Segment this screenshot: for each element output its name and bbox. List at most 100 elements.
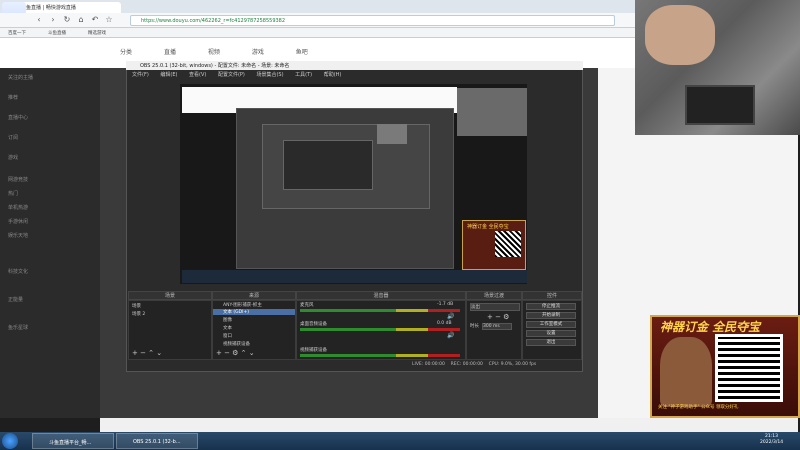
stop-streaming-button[interactable]: 停止推流 [526, 303, 576, 310]
audio-meter [300, 354, 460, 357]
mixer-channel-name: 桌面音频设备 [300, 322, 327, 327]
sidebar-item[interactable]: 推荐 [8, 94, 18, 101]
site-nav: 分类 直播 视频 游戏 鱼吧 [120, 47, 338, 56]
source-item[interactable]: 文本 [223, 325, 232, 331]
speaker-icon[interactable]: 🔊 [447, 332, 454, 339]
obs-title: OBS 25.0.1 (32-bit, windows) - 配置文件: 未命名… [126, 61, 583, 70]
sidebar-item[interactable]: 手游休闲 [8, 218, 28, 225]
tab-title: 斗鱼直播 | 畅快游戏直播 [21, 5, 76, 11]
menu-item[interactable]: 场景集合(S) [256, 72, 283, 78]
ad-character-image [660, 337, 712, 407]
duration-label: 时长 [470, 324, 479, 329]
mixer-dock-title: 混音器 [296, 291, 466, 300]
menu-item[interactable]: 文件(F) [132, 72, 149, 78]
source-item[interactable]: 视频捕获设备 [223, 341, 250, 347]
sidebar-item[interactable]: 网游竞技 [8, 176, 28, 183]
url-field[interactable]: https://www.douyu.com/462262_r=fc4129787… [130, 15, 615, 26]
studio-mode-button[interactable]: 工作室模式 [526, 321, 576, 328]
taskbar-item-browser[interactable]: 斗鱼直播平台_畅... [32, 433, 114, 449]
scenes-dock: 场景 场景 2 + − ⌃ ⌄ [128, 300, 212, 360]
streamer-face [645, 5, 715, 65]
mixer-channel-name: 麦克风 [300, 303, 314, 308]
obs-menubar: 文件(F) 编辑(E) 查看(V) 配置文件(P) 场景集合(S) 工具(T) … [127, 70, 582, 79]
start-recording-button[interactable]: 开始录制 [526, 312, 576, 319]
clock-date: 2022/3/14 [760, 440, 784, 445]
sidebar-item[interactable]: 单机热游 [8, 204, 28, 211]
cpu-fps: CPU: 9.0%, 30.00 fps [488, 362, 537, 367]
ad-title: 神器订金 全民夺宝 [660, 320, 761, 334]
refresh-icon[interactable]: ↻ [62, 15, 72, 25]
player-toolbar [100, 418, 798, 432]
webcam-overlay [635, 0, 800, 135]
sidebar-item[interactable]: 娱乐天地 [8, 232, 28, 239]
undo-icon[interactable]: ↶ [90, 15, 100, 25]
sources-dock-title: 来源 [212, 291, 296, 300]
controls-dock-title: 控件 [522, 291, 582, 300]
live-time: LIVE: 00:00:00 [412, 362, 445, 367]
mixer-channel-name: 视频捕获设备 [300, 348, 327, 353]
scene-item[interactable]: 场景 2 [132, 311, 145, 317]
preview-ad-text: 神器订金 全民夺宝 [467, 224, 509, 230]
nav-item[interactable]: 视频 [208, 49, 220, 56]
mixer-dock: 麦克风 -1.7 dB 🔊 桌面音频设备 0.0 dB 🔊 视频捕获设备 [296, 300, 466, 360]
nav-item[interactable]: 游戏 [252, 49, 264, 56]
sidebar-item[interactable]: 鱼乐星球 [8, 324, 28, 331]
bookmark-item[interactable]: 百度一下 [8, 30, 26, 36]
menu-item[interactable]: 工具(T) [295, 72, 312, 78]
scene-dock-buttons[interactable]: + − ⌃ ⌄ [132, 349, 162, 357]
menu-item[interactable]: 帮助(H) [324, 72, 342, 78]
transitions-dock-title: 场景过渡 [466, 291, 522, 300]
sidebar-item[interactable]: 正能量 [8, 296, 23, 303]
back-icon[interactable]: ‹ [34, 15, 44, 25]
bookmark-item[interactable]: 精选游戏 [88, 30, 106, 36]
nav-item[interactable]: 分类 [120, 49, 132, 56]
preview-nested-obs-3 [283, 140, 373, 190]
preview-webcam-nested [377, 124, 407, 144]
qr-code-icon [495, 231, 521, 257]
source-item[interactable]: 图像 [223, 317, 232, 323]
transition-buttons[interactable]: + − ⚙ [487, 313, 509, 321]
rec-time: REC: 00:00:00 [450, 362, 483, 367]
preview-taskbar [182, 270, 527, 283]
ad-overlay[interactable]: 神器订金 全民夺宝 关注 "神子游戏助手" 公众号 领取分好礼 [650, 315, 800, 418]
source-item[interactable]: 窗口 [223, 333, 232, 339]
scene-item[interactable]: 场景 [132, 303, 141, 309]
duration-field[interactable]: 300 ms [482, 323, 512, 330]
sidebar-item[interactable]: 游戏 [8, 154, 18, 161]
settings-button[interactable]: 设置 [526, 330, 576, 337]
speaker-icon[interactable]: 🔊 [447, 313, 454, 320]
nav-item[interactable]: 鱼吧 [296, 49, 308, 56]
sidebar-item[interactable]: 热门 [8, 190, 18, 197]
preview-webcam [457, 88, 527, 136]
mixer-channel-db: -1.7 dB [437, 302, 454, 307]
sidebar-item[interactable]: 科技文化 [8, 268, 28, 275]
transition-select[interactable]: 淡出 [470, 303, 520, 311]
transitions-dock: 淡出 + − ⚙ 时长 300 ms [466, 300, 522, 360]
scenes-dock-title: 场景 [128, 291, 212, 300]
sidebar-item[interactable]: 订阅 [8, 134, 18, 141]
source-item[interactable]: ANY-图形捕获-抓主 [223, 302, 262, 308]
sidebar-item[interactable]: 直播中心 [8, 114, 28, 121]
source-item-selected[interactable]: 文本 (GDI+) [213, 309, 295, 315]
source-dock-buttons[interactable]: + − ⚙ ⌃ ⌄ [216, 349, 255, 357]
nav-item[interactable]: 直播 [164, 49, 176, 56]
windows-start-icon[interactable] [2, 433, 18, 449]
ad-footer: 关注 "神子游戏助手" 公众号 领取分好礼 [658, 405, 739, 410]
background-monitor [685, 85, 755, 125]
exit-button[interactable]: 退出 [526, 339, 576, 346]
menu-item[interactable]: 配置文件(P) [218, 72, 245, 78]
home-icon[interactable]: ⌂ [76, 15, 86, 25]
star-icon[interactable]: ☆ [104, 15, 114, 25]
sidebar-item[interactable]: 关注的主播 [8, 74, 33, 81]
taskbar-clock[interactable]: 21:13 2022/3/14 [760, 434, 783, 446]
menu-item[interactable]: 查看(V) [189, 72, 206, 78]
controls-dock: 停止推流 开始录制 工作室模式 设置 退出 [522, 300, 582, 360]
obs-status-bar: LIVE: 00:00:00 REC: 00:00:00 CPU: 9.0%, … [127, 360, 582, 370]
qr-code-icon [715, 334, 783, 402]
mixer-channel-db: 0.0 dB [437, 321, 452, 326]
taskbar-item-obs[interactable]: OBS 25.0.1 (32-b... [116, 433, 198, 449]
bookmark-item[interactable]: 斗鱼直播 [48, 30, 66, 36]
forward-icon[interactable]: › [48, 15, 58, 25]
preview-ad: 神器订金 全民夺宝 [462, 220, 526, 270]
menu-item[interactable]: 编辑(E) [160, 72, 177, 78]
